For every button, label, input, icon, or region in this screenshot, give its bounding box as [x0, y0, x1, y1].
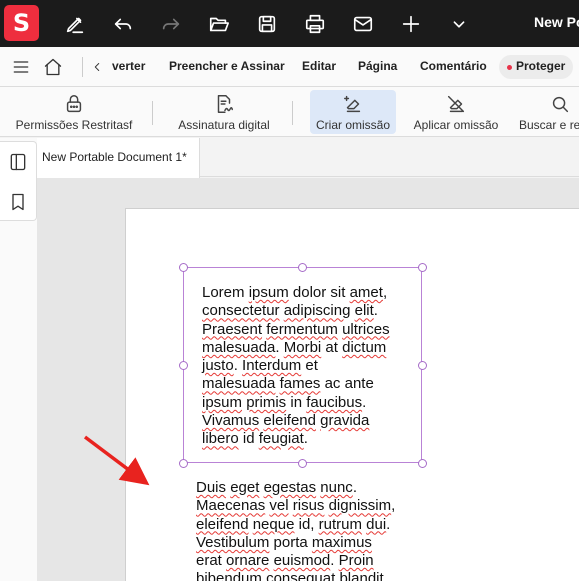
resize-handle[interactable] [179, 361, 188, 370]
side-panel [0, 138, 37, 581]
thumbnail-panel-icon[interactable] [6, 150, 30, 174]
resize-handle[interactable] [418, 361, 427, 370]
menu-page[interactable]: Página [358, 59, 397, 73]
search-replace-button[interactable]: Buscar e re [518, 90, 579, 134]
app-logo[interactable]: S [4, 5, 39, 41]
restricted-permissions-button[interactable]: Permissões Restritasf [14, 90, 134, 134]
open-folder-icon[interactable] [206, 11, 232, 37]
side-panel-toolbar [0, 141, 37, 221]
digital-signature-button[interactable]: Assinatura digital [174, 90, 274, 134]
redo-icon[interactable] [158, 11, 184, 37]
print-icon[interactable] [302, 11, 328, 37]
resize-handle[interactable] [179, 459, 188, 468]
title-bar: S New Po [0, 0, 579, 47]
ribbon-separator [152, 101, 153, 125]
text-line: Duis eget egestas nunc. [196, 479, 357, 496]
text-line: malesuada fames ac ante [202, 375, 374, 393]
home-icon[interactable] [42, 56, 64, 78]
text-line: consectetur adipiscing elit. [202, 302, 378, 320]
text-line: libero id feugiat. [202, 430, 308, 448]
apply-redaction-label: Aplicar omissão [413, 118, 499, 132]
create-redaction-label: Criar omissão [315, 118, 390, 132]
resize-handle[interactable] [418, 263, 427, 272]
text-line: malesuada. Morbi at dictum [202, 338, 387, 356]
search-replace-label: Buscar e re [519, 118, 579, 132]
resize-handle[interactable] [298, 459, 307, 468]
menu-protect-label: Proteger [516, 59, 566, 73]
ribbon-toolbar: Permissões Restritasf Assinatura digital… [0, 87, 579, 137]
pen-icon[interactable] [62, 11, 88, 37]
text-line: ipsum primis in faucibus. [202, 393, 367, 411]
add-icon[interactable] [398, 11, 424, 37]
menu-protect[interactable]: Proteger [499, 55, 573, 79]
bookmark-icon[interactable] [6, 190, 30, 214]
lock-icon [66, 95, 82, 113]
save-icon[interactable] [254, 11, 280, 37]
window-title: New Po [534, 14, 579, 30]
create-redaction-button[interactable]: Criar omissão [310, 90, 396, 134]
mail-icon[interactable] [350, 11, 376, 37]
scroll-left-icon[interactable] [89, 56, 105, 78]
resize-handle[interactable] [179, 263, 188, 272]
create-redaction-icon [344, 95, 361, 113]
tab-document-label: New Portable Document 1* [42, 150, 187, 164]
text-box-content[interactable]: Lorem ipsum dolor sit amet, consectetur a… [202, 284, 390, 449]
tab-document[interactable]: New Portable Document 1* [37, 138, 200, 178]
apply-redaction-button[interactable]: Aplicar omissão [410, 90, 502, 134]
hamburger-menu-icon[interactable] [10, 56, 32, 78]
document-canvas[interactable]: Lorem ipsum dolor sit amet, consectetur a… [37, 178, 579, 581]
document-tab-bar: New Portable Document 1* [37, 138, 579, 178]
search-icon [552, 96, 569, 113]
text-line: Praesent fermentum ultrices [202, 320, 390, 338]
apply-redaction-icon [447, 95, 465, 113]
text-line: Maecenas vel risus dignissim, [196, 497, 396, 515]
menu-separator [82, 57, 83, 77]
resize-handle[interactable] [298, 263, 307, 272]
menu-fill-sign[interactable]: Preencher e Assinar [169, 59, 285, 73]
resize-handle[interactable] [418, 459, 427, 468]
ribbon-separator [292, 101, 293, 125]
menu-bar: verter Preencher e Assinar Editar Página… [0, 47, 579, 87]
signature-icon [217, 95, 233, 113]
red-arrow-annotation [83, 435, 150, 486]
text-line: eleifend neque id, rutrum dui. [196, 515, 391, 533]
menu-comment[interactable]: Comentário [420, 59, 487, 73]
chevron-down-icon[interactable] [446, 11, 472, 37]
menu-converter[interactable]: verter [112, 59, 145, 73]
text-line: bibendum consequat blandit. [196, 570, 388, 581]
body-paragraph[interactable]: Duis eget egestas nunc. Maecenas vel risu… [196, 479, 395, 581]
app-window: S New Po [0, 0, 579, 581]
text-line: erat ornare euismod. Proin [196, 552, 374, 570]
text-line: Vivamus eleifend gravida [202, 412, 370, 430]
text-line: justo. Interdum et [202, 357, 318, 375]
selected-text-box[interactable]: Lorem ipsum dolor sit amet, consectetur a… [179, 263, 427, 468]
text-line: Lorem ipsum dolor sit amet, [202, 284, 388, 301]
digital-signature-label: Assinatura digital [178, 118, 270, 132]
restricted-permissions-label: Permissões Restritasf [15, 118, 133, 132]
text-line: Vestibulum porta maximus [196, 533, 372, 551]
undo-icon[interactable] [110, 11, 136, 37]
menu-edit[interactable]: Editar [302, 59, 336, 73]
active-indicator-dot [507, 65, 512, 70]
